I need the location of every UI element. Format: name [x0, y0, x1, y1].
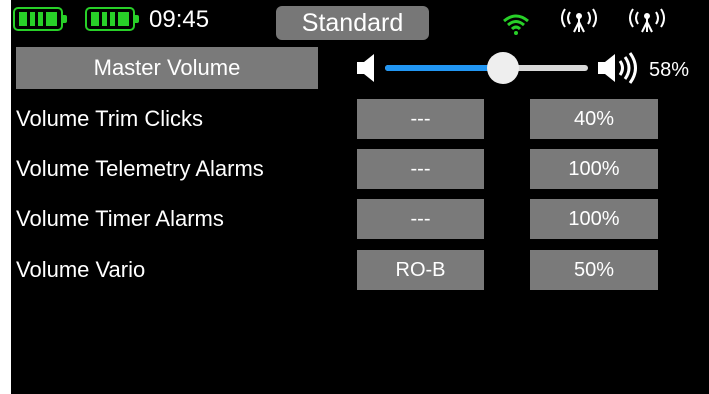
- source-select[interactable]: ---: [357, 99, 484, 139]
- row-label: Volume Vario: [16, 257, 146, 282]
- speaker-low-icon: [357, 54, 374, 82]
- status-bar: 09:45 Standard: [11, 0, 709, 40]
- volume-value-field[interactable]: 100%: [530, 149, 658, 189]
- volume-value-field[interactable]: 50%: [530, 250, 658, 290]
- antenna-icon: [561, 8, 597, 33]
- source-select[interactable]: RO-B: [357, 250, 484, 290]
- volume-value-field[interactable]: 100%: [530, 199, 658, 239]
- row-label: Volume Trim Clicks: [16, 106, 204, 131]
- clock: 09:45: [149, 6, 210, 33]
- master-volume-value: 58%: [649, 59, 690, 81]
- wifi-icon: [503, 14, 529, 35]
- model-name-button[interactable]: Standard: [276, 6, 429, 40]
- row-label: Volume Timer Alarms: [16, 206, 224, 231]
- speaker-high-icon: [598, 52, 637, 84]
- antenna-icon: [629, 8, 665, 33]
- source-select[interactable]: ---: [357, 149, 484, 189]
- slider-knob[interactable]: [486, 52, 519, 84]
- rx-battery-icon: [85, 7, 139, 31]
- source-select[interactable]: ---: [357, 199, 484, 239]
- screen: 09:45 Standard Master Volume 58% Volume …: [11, 0, 709, 394]
- master-volume-slider[interactable]: [385, 52, 588, 84]
- tx-battery-icon: [13, 7, 67, 31]
- slider-fill: [385, 65, 503, 71]
- row-label: Volume Telemetry Alarms: [16, 156, 264, 181]
- master-volume-label: Master Volume: [16, 47, 318, 89]
- volume-value-field[interactable]: 40%: [530, 99, 658, 139]
